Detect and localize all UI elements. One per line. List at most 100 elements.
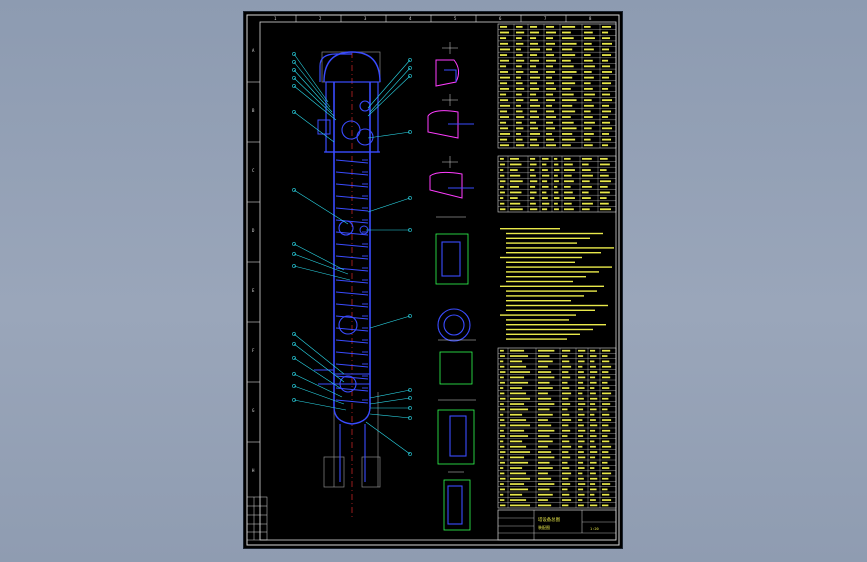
table-text-mark (500, 408, 505, 411)
table-text-mark (562, 461, 568, 464)
table-text-mark (516, 54, 523, 56)
table-text-mark (554, 163, 559, 166)
table-text-mark (500, 392, 505, 395)
leader-line (293, 399, 347, 411)
table-text-mark (602, 76, 610, 79)
table-text-mark (500, 202, 505, 205)
table-text-mark (590, 483, 596, 485)
note-line (500, 228, 560, 230)
table-text-mark (602, 104, 610, 107)
table-text-mark (546, 48, 553, 51)
table-text-mark (602, 483, 611, 485)
table-text-mark (554, 180, 559, 183)
table-text-mark (538, 365, 548, 368)
table-text-mark (562, 355, 568, 357)
table-text-mark (590, 424, 598, 427)
table-text-mark (582, 180, 590, 183)
table-text-mark (578, 365, 583, 368)
grid-left-h: H (252, 468, 255, 473)
table-text-mark (530, 71, 539, 73)
table-text-mark (510, 493, 523, 496)
table-text-mark (538, 440, 553, 443)
table-text-mark (500, 191, 505, 194)
table-text-mark (530, 157, 536, 160)
table-text-mark (516, 93, 522, 96)
table-text-mark (500, 365, 505, 368)
table-text-mark (500, 429, 504, 432)
table-text-mark (500, 467, 504, 469)
table-text-mark (564, 169, 575, 171)
table-text-mark (578, 371, 584, 373)
table-text-mark (600, 185, 608, 188)
table-text-mark (530, 65, 537, 68)
table-text-mark (500, 472, 505, 475)
table-text-mark (602, 144, 609, 147)
table-text-mark (584, 31, 593, 34)
leader-line (369, 397, 411, 405)
table-text-mark (538, 381, 550, 384)
note-line (506, 324, 606, 326)
table-text-mark (562, 116, 571, 118)
table-text-mark (530, 59, 540, 62)
table-text-mark (578, 355, 584, 357)
table-text-mark (562, 99, 577, 102)
table-text-mark (538, 504, 552, 507)
table-text-mark (602, 488, 608, 491)
note-line (506, 290, 597, 292)
table-text-mark (584, 104, 594, 107)
table-text-mark (602, 116, 609, 118)
table-text-mark (600, 197, 607, 199)
table-text-mark (500, 461, 505, 464)
table-text-mark (578, 360, 585, 363)
table-text-mark (530, 42, 539, 45)
table-text-mark (590, 477, 598, 480)
table-text-mark (538, 355, 550, 357)
table-text-mark (578, 429, 586, 432)
table-text-mark (546, 82, 555, 85)
leader-line (293, 189, 349, 225)
table-text-mark (542, 157, 549, 160)
table-text-mark (584, 144, 593, 147)
table-text-mark (602, 360, 610, 363)
leader-line (367, 197, 411, 213)
table-text-mark (562, 397, 569, 400)
table-text-mark (590, 349, 596, 352)
table-text-mark (510, 467, 523, 469)
table-text-mark (562, 483, 571, 485)
table-text-mark (500, 403, 504, 405)
table-text-mark (546, 31, 557, 34)
table-text-mark (578, 397, 584, 400)
table-text-mark (582, 169, 591, 171)
table-text-mark (578, 435, 584, 437)
table-text-mark (584, 99, 592, 102)
table-text-mark (542, 180, 548, 183)
tray-plate (335, 291, 369, 296)
table-text-mark (500, 360, 504, 363)
table-text-mark (500, 451, 506, 453)
table-text-mark (516, 104, 521, 107)
table-text-mark (554, 191, 559, 194)
table-text-mark (602, 99, 613, 102)
table-text-mark (582, 197, 591, 199)
table-text-mark (530, 116, 540, 118)
note-line (506, 338, 567, 340)
table-text-mark (600, 157, 608, 160)
note-line (506, 252, 601, 254)
table-text-mark (530, 121, 537, 124)
table-text-mark (562, 138, 576, 141)
table-text-mark (584, 121, 595, 124)
note-line (500, 314, 576, 316)
table-text-mark (600, 174, 609, 177)
table-text-mark (562, 71, 577, 73)
table-text-mark (510, 349, 525, 352)
table-text-mark (500, 477, 506, 480)
leader-line (293, 77, 335, 117)
table-text-mark (516, 42, 524, 45)
table-text-mark (500, 163, 505, 166)
table-text-mark (602, 48, 610, 51)
table-text-mark (602, 419, 612, 421)
table-text-mark (578, 483, 586, 485)
table-text-mark (530, 180, 538, 183)
table-text-mark (562, 477, 569, 480)
grid-left-d: D (252, 228, 255, 233)
